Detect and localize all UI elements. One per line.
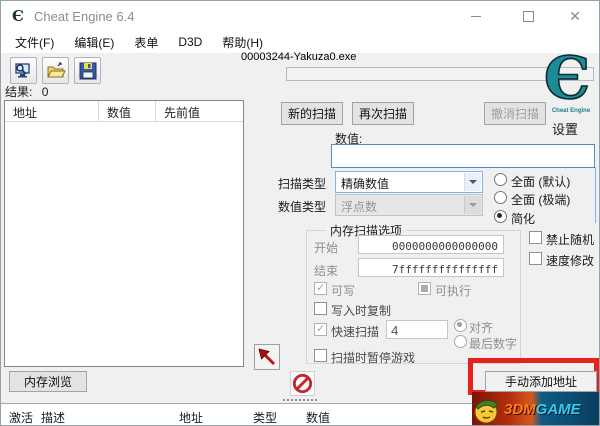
settings-link[interactable]: 设置 (552, 119, 578, 138)
next-scan-button[interactable]: 再次扫描 (352, 102, 414, 125)
value-type-dropdown: 浮点数 (335, 194, 483, 216)
svg-text:Є: Є (544, 47, 590, 109)
3dm-mascot-icon (474, 399, 499, 423)
writable-label: 可写 (331, 284, 356, 298)
chevron-down-icon (464, 173, 481, 191)
logo-caption: Cheat Engine (551, 108, 591, 114)
maximize-button[interactable] (511, 1, 545, 31)
menu-d3d[interactable]: D3D (168, 32, 212, 52)
close-icon: ✕ (569, 8, 581, 24)
stop-label: 结束 (314, 264, 339, 278)
minimize-icon (471, 15, 481, 17)
fast-scan-label[interactable]: 快速扫描 (331, 323, 379, 340)
save-icon (79, 62, 96, 79)
open-table-button[interactable] (42, 57, 69, 84)
maximize-icon (522, 10, 534, 22)
copy-on-write-label[interactable]: 写入时复制 (331, 302, 391, 319)
scan-mode-panel-border (595, 167, 596, 223)
speedhack-label[interactable]: 速度修改 (546, 252, 594, 269)
open-folder-icon (46, 61, 66, 77)
select-process-icon (14, 62, 30, 77)
column-header-type[interactable]: 类型 (253, 409, 277, 425)
menu-edit[interactable]: 编辑(E) (64, 31, 124, 54)
add-address-manually-button[interactable]: 手动添加地址 (485, 371, 597, 392)
no-random-label[interactable]: 禁止随机 (546, 231, 594, 248)
writable-checkbox[interactable] (314, 281, 327, 295)
undo-scan-button: 撤消扫描 (484, 102, 546, 125)
column-header-value[interactable]: 数值 (99, 101, 156, 121)
menu-table[interactable]: 表单 (124, 31, 168, 54)
title-bar: Є Cheat Engine 6.4 ✕ (1, 1, 599, 31)
menu-bar: 文件(F) 编辑(E) 表单 D3D 帮助(H) (1, 31, 599, 53)
executable-label: 可执行 (435, 284, 472, 298)
column-header-address[interactable]: 地址 (179, 409, 203, 425)
splitter-handle[interactable] (283, 399, 317, 401)
scan-type-value: 精确数值 (341, 177, 390, 191)
minimize-button[interactable] (459, 1, 493, 31)
scan-type-label: 扫描类型 (278, 177, 327, 191)
aligned-radio[interactable] (454, 319, 467, 332)
last-digits-radio[interactable] (454, 335, 467, 348)
value-type-value: 浮点数 (341, 200, 378, 214)
found-address-list[interactable]: 地址 数值 先前值 (4, 100, 244, 367)
results-count: 0 (41, 85, 49, 99)
fast-scan-alignment-input[interactable] (386, 320, 448, 339)
svg-text:Є: Є (12, 8, 24, 24)
radio-all-default[interactable] (494, 173, 507, 186)
column-header-address[interactable]: 地址 (5, 101, 99, 121)
start-label: 开始 (314, 241, 339, 255)
process-name: 00003244-Yakuza0.exe (241, 51, 357, 63)
radio-all-extreme[interactable] (494, 191, 507, 204)
copy-to-address-list-button[interactable] (254, 344, 280, 370)
watermark-3dm-text: 3DM (504, 401, 536, 418)
pause-game-label[interactable]: 扫描时暂停游戏 (331, 349, 415, 366)
save-table-button[interactable] (74, 57, 101, 84)
red-arrow-icon (258, 348, 276, 366)
3dmgame-watermark: 3DM GAME (472, 392, 599, 425)
cheat-engine-logo: Є (542, 43, 599, 113)
select-process-button[interactable] (10, 57, 37, 84)
column-header-previous[interactable]: 先前值 (156, 101, 243, 121)
column-header-value[interactable]: 数值 (306, 409, 330, 425)
results-line: 结果: 0 (5, 83, 48, 100)
executable-checkbox[interactable] (418, 282, 431, 295)
column-header-description[interactable]: 描述 (41, 409, 65, 425)
value-type-label: 数值类型 (278, 200, 327, 214)
memory-view-button[interactable]: 内存浏览 (9, 371, 87, 392)
fast-scan-checkbox[interactable] (314, 322, 327, 336)
stop-address-input[interactable] (358, 258, 504, 277)
no-entry-icon (292, 373, 313, 394)
aligned-label[interactable]: 对齐 (469, 319, 493, 336)
last-digits-label[interactable]: 最后数字 (469, 335, 517, 352)
results-label: 结果: (5, 85, 33, 99)
radio-simplified[interactable] (494, 210, 507, 223)
radio-all-extreme-label[interactable]: 全面 (极端) (511, 191, 570, 208)
cheat-engine-window: Є Cheat Engine 6.4 ✕ 文件(F) 编辑(E) 表单 D3D … (0, 0, 600, 426)
start-address-input[interactable] (358, 235, 504, 254)
no-random-checkbox[interactable] (529, 231, 542, 244)
chevron-down-icon (464, 196, 481, 214)
radio-simplified-label[interactable]: 简化 (511, 210, 535, 227)
close-button[interactable]: ✕ (558, 1, 592, 31)
copy-on-write-checkbox[interactable] (314, 302, 327, 315)
found-list-header: 地址 数值 先前值 (5, 101, 243, 122)
scan-type-dropdown[interactable]: 精确数值 (335, 171, 483, 193)
radio-all-default-label[interactable]: 全面 (默认) (511, 173, 570, 190)
speedhack-checkbox[interactable] (529, 252, 542, 265)
block-button[interactable] (290, 371, 315, 396)
column-header-active[interactable]: 激活 (9, 409, 33, 425)
new-scan-button[interactable]: 新的扫描 (281, 102, 343, 125)
window-title: Cheat Engine 6.4 (34, 9, 135, 24)
pause-game-checkbox[interactable] (314, 349, 327, 362)
app-icon[interactable]: Є (11, 7, 27, 25)
menu-file[interactable]: 文件(F) (5, 31, 64, 54)
watermark-game-text: GAME (535, 401, 581, 418)
value-input[interactable] (331, 144, 595, 168)
